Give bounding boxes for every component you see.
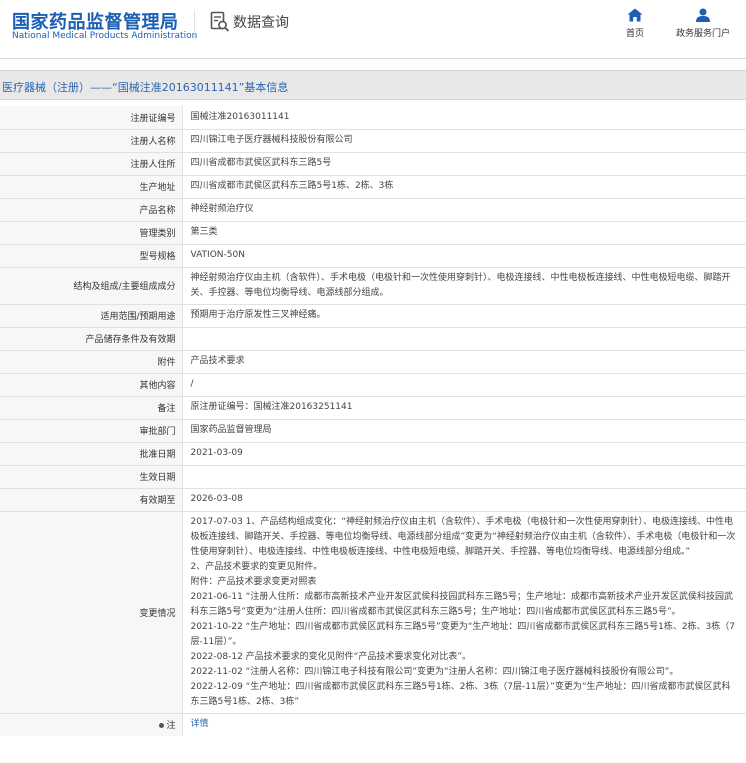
data-query-title: 数据查询 xyxy=(233,15,289,31)
field-value: / xyxy=(182,373,746,397)
field-value: 2021-03-09 xyxy=(182,442,746,466)
field-label: 注册人名称 xyxy=(0,129,183,153)
field-label: 附件 xyxy=(0,350,183,374)
note-value: 详情 xyxy=(182,713,746,736)
table-row: 结构及组成/主要组成成分 神经射频治疗仪由主机（含软件）、手术电极（电极针和一次… xyxy=(0,267,746,305)
breadcrumb: 医疗器械（注册）——“国械注准20163011141”基本信息 xyxy=(2,81,289,94)
field-value: 神经射频治疗仪 xyxy=(182,198,746,222)
field-label: 有效期至 xyxy=(0,488,183,512)
table-row: 批准日期 2021-03-09 xyxy=(0,442,746,466)
field-label: 生产地址 xyxy=(0,175,183,199)
field-label: 备注 xyxy=(0,396,183,420)
table-row-changes: 变更情况 2017-07-03 1、产品结构组成变化：“神经射频治疗仪由主机（含… xyxy=(0,511,746,714)
change-entry: 2017-07-03 1、产品结构组成变化：“神经射频治疗仪由主机（含软件）、手… xyxy=(190,516,736,557)
change-entry: 2022-12-09 “生产地址：四川省成都市武侯区武科东三路5号1栋、2栋、3… xyxy=(190,681,731,707)
field-value: 2026-03-08 xyxy=(182,488,746,512)
change-entry: 附件：产品技术要求变更对照表 xyxy=(190,576,317,587)
field-label: 管理类别 xyxy=(0,221,183,245)
field-value: 预期用于治疗原发性三叉神经痛。 xyxy=(182,304,746,328)
note-label-text: 注 xyxy=(166,721,176,732)
table-row: 注册人住所 四川省成都市武侯区武科东三路5号 xyxy=(0,152,746,176)
table-row: 生效日期 xyxy=(0,465,746,489)
registration-detail-table: 注册证编号 国械注准20163011141 注册人名称 四川锦江电子医疗器械科技… xyxy=(0,106,746,736)
field-label: 产品储存条件及有效期 xyxy=(0,327,183,351)
field-label: 生效日期 xyxy=(0,465,183,489)
field-value: 神经射频治疗仪由主机（含软件）、手术电极（电极针和一次性使用穿刺针）、电极连接线… xyxy=(182,267,746,305)
table-row: 管理类别 第三类 xyxy=(0,221,746,245)
bullet-icon xyxy=(159,723,165,729)
note-label: 注 xyxy=(0,713,183,736)
field-value xyxy=(182,465,746,489)
table-row: 型号规格 VATION-50N xyxy=(0,244,746,268)
breadcrumb-bar: 医疗器械（注册）——“国械注准20163011141”基本信息 xyxy=(0,70,746,100)
table-row: 有效期至 2026-03-08 xyxy=(0,488,746,512)
field-label: 型号规格 xyxy=(0,244,183,268)
table-row: 产品储存条件及有效期 xyxy=(0,327,746,351)
table-row: 注册证编号 国械注准20163011141 xyxy=(0,106,746,130)
header-bottom-line xyxy=(0,58,746,59)
field-label: 结构及组成/主要组成成分 xyxy=(0,267,183,305)
change-history: 2017-07-03 1、产品结构组成变化：“神经射频治疗仪由主机（含软件）、手… xyxy=(182,511,746,714)
field-label: 产品名称 xyxy=(0,198,183,222)
nav-home-label: 首页 xyxy=(625,29,644,39)
field-value: 四川锦江电子医疗器械科技股份有限公司 xyxy=(182,129,746,153)
field-label: 变更情况 xyxy=(0,511,183,714)
field-value xyxy=(182,327,746,351)
nav-gov-label: 政务服务门户 xyxy=(675,29,730,39)
user-icon xyxy=(696,8,710,22)
field-value: 国械注准20163011141 xyxy=(182,106,746,130)
nav-gov-service-portal[interactable]: 政务服务门户 xyxy=(668,8,738,39)
change-entry: 2022-11-02 “注册人名称：四川锦江电子科技有限公司”变更为“注册人名称… xyxy=(190,666,679,677)
table-row: 其他内容 / xyxy=(0,373,746,397)
details-link[interactable]: 详情 xyxy=(191,719,209,729)
field-value: 国家药品监督管理局 xyxy=(182,419,746,443)
field-label: 其他内容 xyxy=(0,373,183,397)
table-row: 产品名称 神经射频治疗仪 xyxy=(0,198,746,222)
field-label: 注册证编号 xyxy=(0,106,183,130)
table-row-note: 注 详情 xyxy=(0,713,746,736)
header-divider xyxy=(194,10,195,38)
home-icon xyxy=(627,8,643,22)
change-entry: 2022-08-12 产品技术要求的变化见附件“产品技术要求变化对比表”。 xyxy=(190,651,472,662)
table-row: 审批部门 国家药品监督管理局 xyxy=(0,419,746,443)
field-label: 注册人住所 xyxy=(0,152,183,176)
field-label: 适用范围/预期用途 xyxy=(0,304,183,328)
field-label: 审批部门 xyxy=(0,419,183,443)
document-search-icon xyxy=(210,11,230,32)
table-row: 附件 产品技术要求 xyxy=(0,350,746,374)
change-entry: 2021-06-11 “注册人住所：成都市高新技术产业开发区武侯科技园武科东三路… xyxy=(190,591,734,617)
field-label: 批准日期 xyxy=(0,442,183,466)
field-value: 原注册证编号：国械注准20163251141 xyxy=(182,396,746,420)
table-row: 适用范围/预期用途 预期用于治疗原发性三叉神经痛。 xyxy=(0,304,746,328)
detail-table-body: 注册证编号 国械注准20163011141 注册人名称 四川锦江电子医疗器械科技… xyxy=(0,106,746,736)
table-row: 生产地址 四川省成都市武侯区武科东三路5号1栋、2栋、3栋 xyxy=(0,175,746,199)
change-entry: 2、产品技术要求的变更见附件。 xyxy=(190,561,323,572)
table-row: 备注 原注册证编号：国械注准20163251141 xyxy=(0,396,746,420)
change-entry: 2021-10-22 “生产地址：四川省成都市武侯区武科东三路5号”变更为“生产… xyxy=(190,621,736,647)
field-value: 四川省成都市武侯区武科东三路5号 xyxy=(182,152,746,176)
nav-home[interactable]: 首页 xyxy=(600,8,670,39)
field-value: 产品技术要求 xyxy=(182,350,746,374)
table-row: 注册人名称 四川锦江电子医疗器械科技股份有限公司 xyxy=(0,129,746,153)
site-header: 国家药品监督管理局 National Medical Products Admi… xyxy=(0,0,746,58)
field-value: VATION-50N xyxy=(182,244,746,268)
logo-english[interactable]: National Medical Products Administration xyxy=(12,31,197,41)
field-value: 第三类 xyxy=(182,221,746,245)
field-value: 四川省成都市武侯区武科东三路5号1栋、2栋、3栋 xyxy=(182,175,746,199)
